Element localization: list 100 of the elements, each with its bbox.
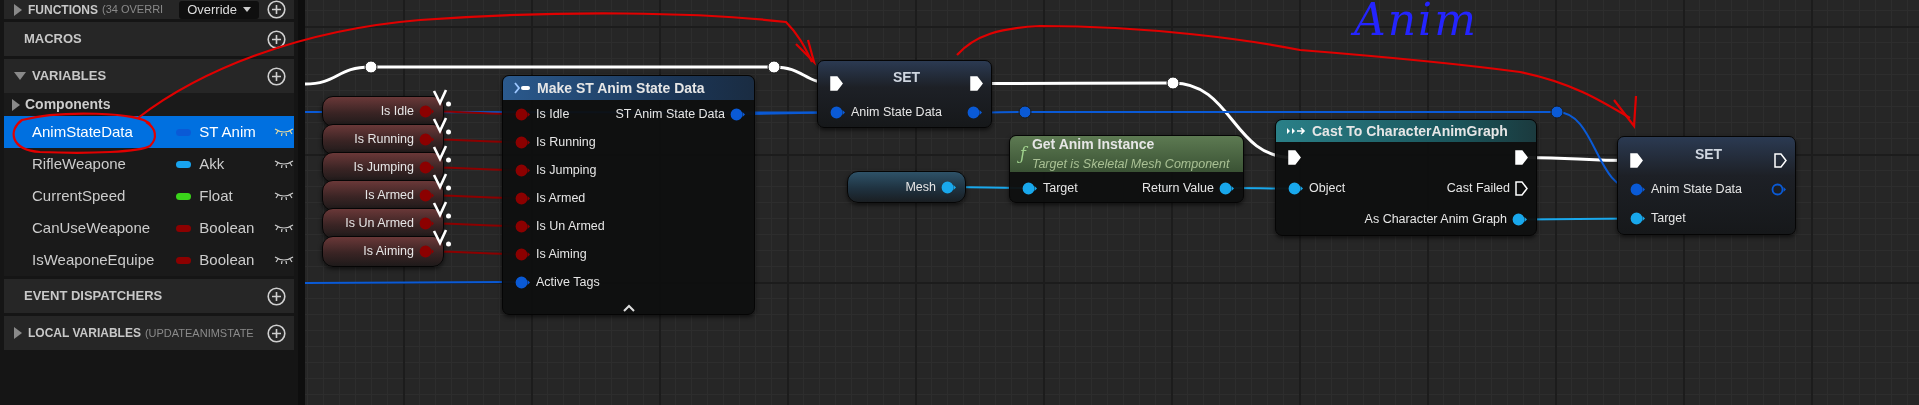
exec-pin[interactable] xyxy=(1774,153,1787,168)
variable-type: Float xyxy=(199,185,234,206)
section-header[interactable]: MACROS xyxy=(4,22,294,56)
cast-arrow-icon xyxy=(1286,126,1306,136)
struct-icon xyxy=(513,81,531,95)
override-dropdown[interactable]: Override xyxy=(179,0,259,19)
pin-label: ST Anim State Data xyxy=(615,105,725,123)
node-title: Get Anim Instance xyxy=(1031,135,1156,155)
pin-label: Active Tags xyxy=(536,273,600,291)
section-header[interactable]: VARIABLES xyxy=(4,59,294,93)
add-icon[interactable] xyxy=(267,286,286,306)
section-title: VARIABLES xyxy=(32,67,107,86)
pin-label: Anim State Data xyxy=(851,104,942,122)
variable-node[interactable]: Mesh xyxy=(847,171,966,203)
section-title: LOCAL VARIABLES xyxy=(28,325,141,342)
reroute-knot[interactable] xyxy=(1166,76,1180,90)
node-subtitle: Target is Skeletal Mesh Component xyxy=(1031,156,1230,174)
variable-row[interactable]: AnimStateData ST Anim xyxy=(4,116,294,148)
data-pin[interactable] xyxy=(941,180,957,194)
pin-label: Is Armed xyxy=(364,187,414,205)
data-pin[interactable] xyxy=(1288,182,1304,195)
closed-eye-icon[interactable] xyxy=(274,159,294,169)
caret-icon xyxy=(243,7,251,12)
section-header[interactable]: FUNCTIONS (34 OVERRI Override xyxy=(4,0,294,19)
add-icon[interactable] xyxy=(267,323,286,343)
node-title: SET xyxy=(1694,145,1723,164)
reroute-knot[interactable] xyxy=(767,60,781,74)
variable-icon xyxy=(432,88,452,108)
section-header[interactable]: EVENT DISPATCHERS xyxy=(4,279,294,313)
struct-node[interactable]: Make ST Anim State Data Is Idle ST Anim State Data Is Running Is Jumping Is Armed Is Un Armed Is Aiming Active Tags xyxy=(502,75,755,315)
exec-pin[interactable] xyxy=(970,76,983,91)
variable-row[interactable]: RifleWeapone Akk xyxy=(4,148,294,180)
variable-name: CurrentSpeed xyxy=(32,185,127,206)
section-subtitle: (34 OVERRI xyxy=(102,2,164,18)
pin-label: Is Armed xyxy=(536,189,586,207)
data-pin[interactable] xyxy=(1630,212,1646,225)
variable-node[interactable]: Is Aiming xyxy=(322,236,444,267)
chevron-up-icon[interactable] xyxy=(622,304,635,312)
exec-pin[interactable] xyxy=(1515,181,1528,196)
category-row[interactable]: Components xyxy=(4,93,294,116)
exec-pin[interactable] xyxy=(1630,153,1643,168)
pin-label: Is Un Armed xyxy=(536,217,605,235)
section-title: MACROS xyxy=(24,30,82,49)
variable-row[interactable]: CanUseWeapone Boolean xyxy=(4,212,294,244)
section-title: FUNCTIONS xyxy=(28,1,98,19)
variable-type: Akk xyxy=(199,153,226,174)
variable-type: ST Anim xyxy=(199,121,257,142)
data-pin[interactable] xyxy=(1512,213,1528,226)
pin-label: Is Aiming xyxy=(536,245,587,263)
variable-name: IsWeaponeEquipe xyxy=(32,249,156,270)
exec-pin[interactable] xyxy=(830,76,843,91)
closed-eye-icon[interactable] xyxy=(274,223,294,233)
pin-label: Mesh xyxy=(905,178,936,196)
cast-node[interactable]: Cast To CharacterAnimGraph Object Cast Failed As Character Anim Graph xyxy=(1275,119,1537,236)
data-pin[interactable] xyxy=(1022,181,1038,195)
collapse-arrow-icon[interactable] xyxy=(14,72,26,80)
pin-label: Is Idle xyxy=(536,105,570,123)
pin-label: Return Value xyxy=(1141,179,1214,197)
node-title: SET xyxy=(892,68,921,87)
variable-type: Boolean xyxy=(199,249,256,270)
pin-label: Target xyxy=(1043,179,1078,197)
variable-row[interactable]: IsWeaponeEquipe Boolean xyxy=(4,244,294,276)
expand-arrow-icon[interactable] xyxy=(14,3,22,16)
closed-eye-icon[interactable] xyxy=(274,191,294,201)
pin-label: Is Idle xyxy=(380,103,414,121)
pin-label: Is Jumping xyxy=(353,159,414,177)
expand-arrow-icon[interactable] xyxy=(14,327,22,339)
add-icon[interactable] xyxy=(267,66,286,86)
data-pin[interactable] xyxy=(730,107,746,121)
section-header[interactable]: LOCAL VARIABLES (UPDATEANIMSTATE xyxy=(4,316,294,350)
pin-label: Target xyxy=(1651,210,1686,228)
variable-row[interactable]: CurrentSpeed Float xyxy=(4,180,294,212)
closed-eye-icon[interactable] xyxy=(274,255,294,265)
variable-icon xyxy=(432,116,452,136)
set-node[interactable]: SET Anim State Data xyxy=(817,60,992,128)
pin-label: As Character Anim Graph xyxy=(1364,211,1507,229)
variable-icon xyxy=(432,228,452,248)
pin-label: Cast Failed xyxy=(1446,180,1510,198)
function-node[interactable]: ƒ Get Anim Instance Target is Skeletal Mesh Component Target Return Value xyxy=(1009,135,1244,203)
add-icon[interactable] xyxy=(267,29,286,49)
variable-icon xyxy=(432,144,452,164)
pin-label: Is Running xyxy=(536,133,596,151)
pin-label: Is Un Armed xyxy=(345,215,414,233)
section-subtitle: (UPDATEANIMSTATE xyxy=(144,325,254,341)
pin-label: Is Running xyxy=(354,131,414,149)
node-title: Cast To CharacterAnimGraph xyxy=(1312,121,1508,141)
variable-name: RifleWeapone xyxy=(32,153,127,174)
pin-label: Anim State Data xyxy=(1651,181,1742,199)
reroute-knot[interactable] xyxy=(364,60,378,74)
data-pin[interactable] xyxy=(1219,181,1235,195)
add-icon[interactable] xyxy=(267,0,286,19)
data-pin[interactable] xyxy=(515,275,531,289)
variable-name: CanUseWeapone xyxy=(32,217,152,238)
variable-name: AnimStateData xyxy=(32,121,134,142)
exec-pin[interactable] xyxy=(1288,150,1301,165)
pin-label: Is Aiming xyxy=(363,243,414,261)
data-pin[interactable] xyxy=(967,106,983,119)
set-node[interactable]: SET Anim State Data Target xyxy=(1617,136,1796,235)
expand-arrow-icon[interactable] xyxy=(12,98,20,111)
exec-pin[interactable] xyxy=(1515,150,1528,165)
